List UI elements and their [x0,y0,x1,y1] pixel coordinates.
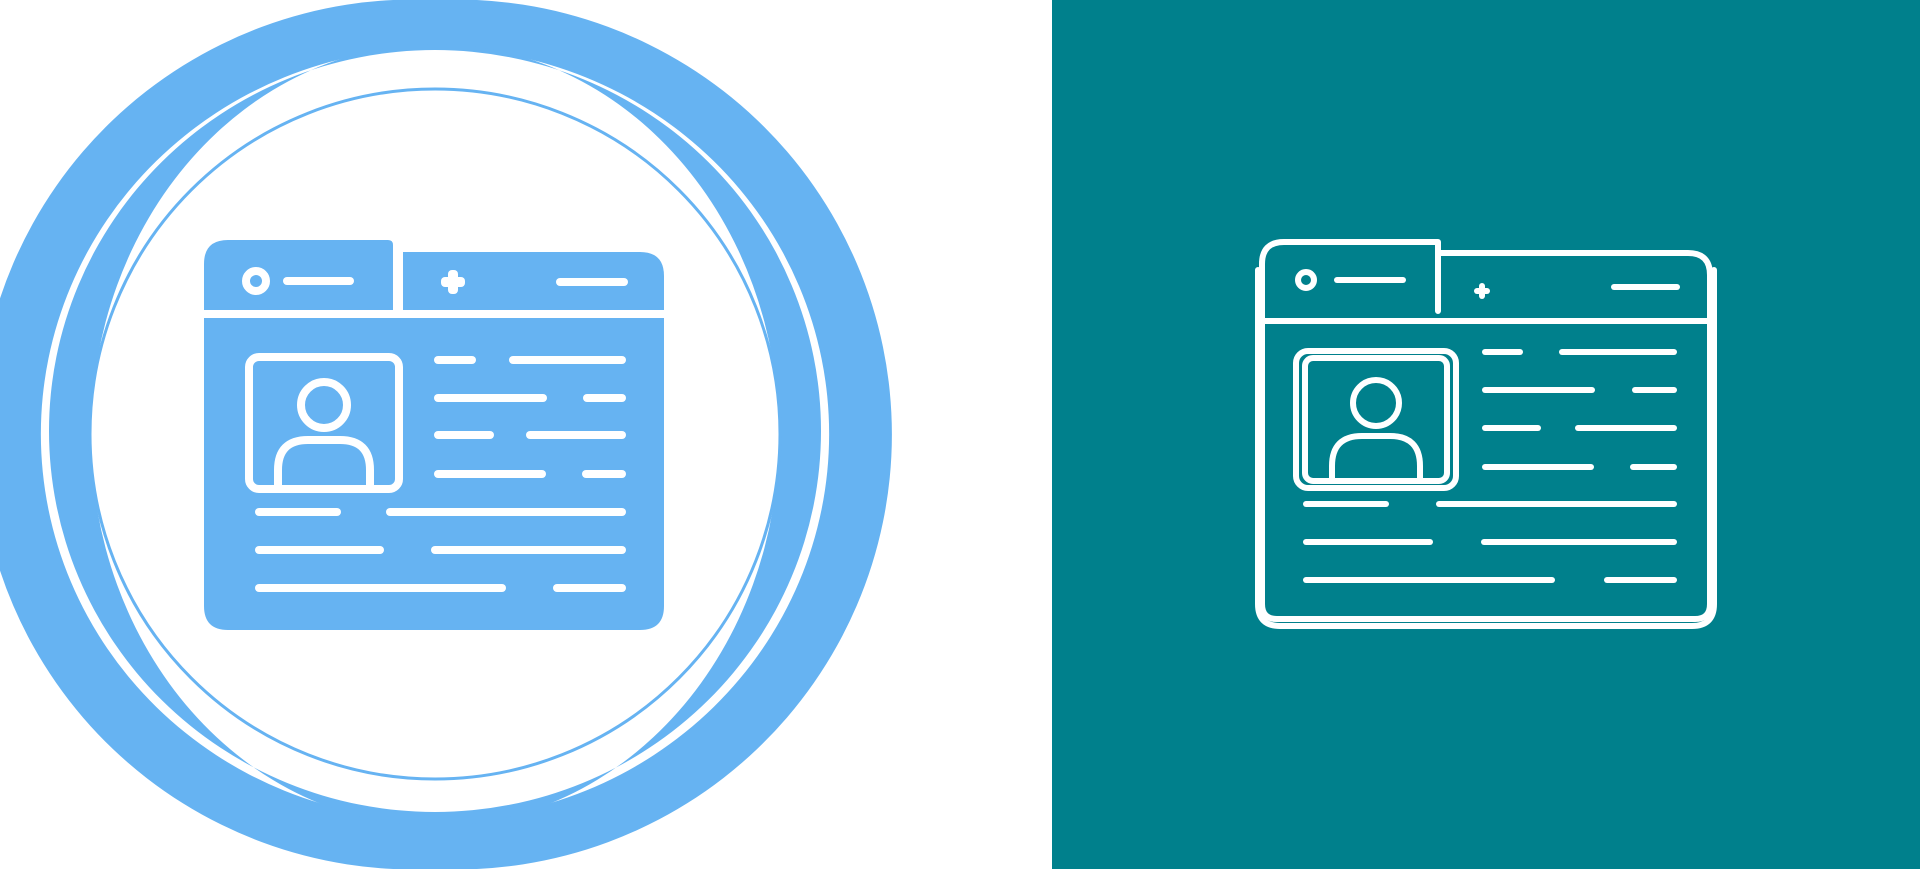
icon-pair-canvas [0,0,1920,869]
line-icon-artwork [1052,0,1920,869]
glyph-icon-artwork [0,0,892,869]
glyph-icon-panel [0,0,1052,869]
browser-window-glyph-icon [204,240,664,630]
line-icon-panel [1052,0,1920,869]
